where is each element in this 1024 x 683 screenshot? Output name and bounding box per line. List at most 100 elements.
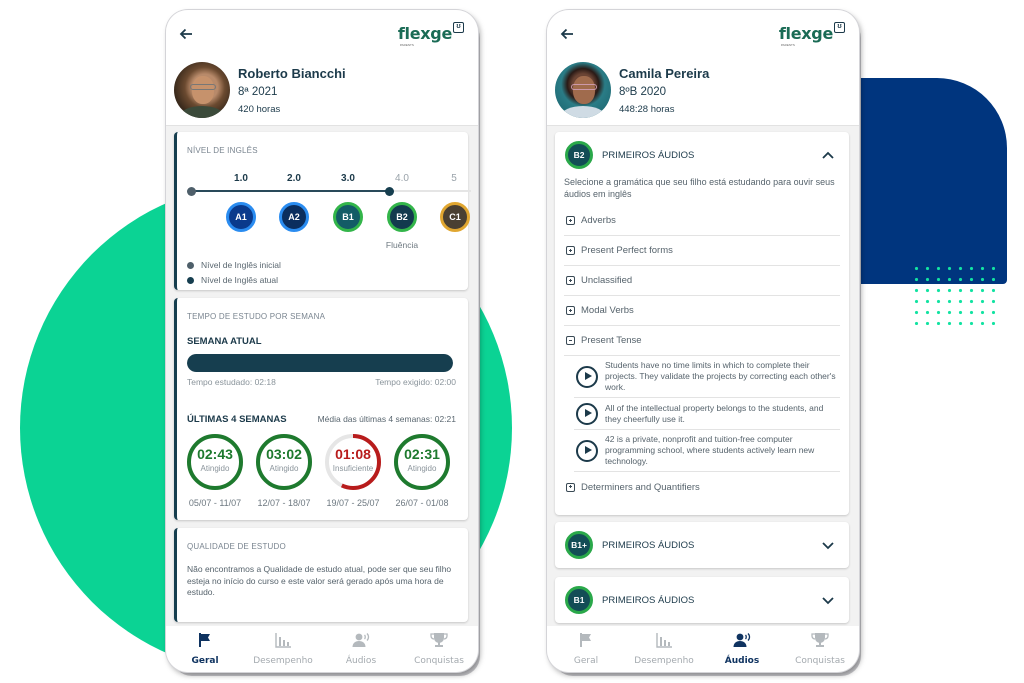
ring-arc <box>256 434 312 490</box>
bottom-navigation: Geral Desempenho Áudios Conquistas <box>166 626 478 672</box>
grammar-item[interactable]: Adverbs <box>564 206 840 236</box>
profile-header: flexge ʊ PARENTS Roberto Biancchi 8ª 202… <box>166 10 478 126</box>
legend-initial: Nível de Inglês inicial <box>187 260 281 270</box>
nav-tab-audios[interactable]: Áudios <box>322 626 400 672</box>
audio-section-b2: B2 PRIMEIROS ÁUDIOS Selecione a gramátic… <box>555 132 849 515</box>
grammar-label: Determiners and Quantifiers <box>581 481 700 493</box>
user-voice-icon <box>733 632 751 653</box>
last-weeks-label: ÚLTIMAS 4 SEMANAS <box>187 414 287 425</box>
play-icon[interactable] <box>576 365 598 388</box>
expand-icon <box>566 216 575 225</box>
current-level-marker <box>385 186 395 196</box>
section-title: PRIMEIROS ÁUDIOS <box>602 540 695 551</box>
play-icon[interactable] <box>576 402 598 425</box>
nav-tab-conquistas[interactable]: Conquistas <box>781 626 859 672</box>
week-status: Atingido <box>269 464 299 473</box>
grammar-item[interactable]: Present Tense <box>564 326 840 356</box>
flag-icon <box>577 632 595 653</box>
audio-item[interactable]: Students have no time limits in which to… <box>574 356 840 398</box>
grammar-label: Unclassified <box>581 275 633 286</box>
initial-level-marker <box>187 186 196 196</box>
english-level-card: NÍVEL DE INGLÊS 1.0 2.0 3.0 4.0 5 A1 A2 B1… <box>174 132 471 290</box>
background-navy-block <box>840 78 1007 284</box>
level-tick: 5 <box>451 173 457 184</box>
trophy-icon <box>430 632 448 653</box>
study-quality-card: QUALIDADE DE ESTUDO Não encontramos a Qu… <box>174 528 468 622</box>
grammar-item[interactable]: Unclassified <box>564 266 840 296</box>
nav-label: Desempenho <box>253 656 313 666</box>
nav-label: Áudios <box>345 656 377 666</box>
audio-section-header[interactable]: B1+ PRIMEIROS ÁUDIOS <box>555 522 849 568</box>
phone-geral-screen: flexge ʊ PARENTS Roberto Biancchi 8ª 202… <box>166 10 478 672</box>
grammar-item[interactable]: Determiners and Quantifiers <box>564 472 840 502</box>
week-range: 19/07 - 25/07 <box>326 498 380 508</box>
chevron-up-icon[interactable] <box>821 148 835 162</box>
week-progress-ring: 01:08 Insuficiente <box>323 432 383 492</box>
week-range: 12/07 - 18/07 <box>257 498 311 508</box>
current-week-label: SEMANA ATUAL <box>187 336 262 347</box>
nav-tab-conquistas[interactable]: Conquistas <box>400 626 478 672</box>
user-name: Roberto Biancchi <box>238 66 346 81</box>
chevron-down-icon[interactable] <box>821 593 835 607</box>
audio-section-header[interactable]: B2 PRIMEIROS ÁUDIOS <box>555 132 849 178</box>
section-title: PRIMEIROS ÁUDIOS <box>602 595 695 606</box>
audio-section-header[interactable]: B1 PRIMEIROS ÁUDIOS <box>555 577 849 623</box>
bar-chart-icon <box>274 632 292 653</box>
phone-audios-screen: flexge ʊ PARENTS Camila Pereira 8ºB 2020… <box>547 10 859 672</box>
nav-label: Geral <box>573 656 599 666</box>
card-title: QUALIDADE DE ESTUDO <box>187 542 286 551</box>
nav-tab-audios[interactable]: Áudios <box>703 626 781 672</box>
logo-bear-icon: ʊ <box>834 22 845 33</box>
back-arrow-icon[interactable] <box>178 26 194 42</box>
nav-tab-desempenho[interactable]: Desempenho <box>625 626 703 672</box>
audio-item[interactable]: 42 is a private, nonprofit and tuition-f… <box>574 430 840 472</box>
level-caption: Fluência <box>385 240 419 250</box>
grammar-label: Adverbs <box>581 215 616 226</box>
profile-header: flexge ʊ PARENTS Camila Pereira 8ºB 2020… <box>547 10 859 126</box>
week-progress-ring: 02:31 Atingido <box>392 432 452 492</box>
grammar-item[interactable]: Present Perfect forms <box>564 236 840 266</box>
play-icon[interactable] <box>576 439 598 462</box>
level-tick: 1.0 <box>234 173 248 184</box>
logo-bear-icon: ʊ <box>453 22 464 33</box>
level-badge-a1: A1 <box>226 202 256 232</box>
avatar <box>174 62 230 118</box>
nav-label: Conquistas <box>414 656 464 666</box>
grammar-label: Present Tense <box>581 335 642 346</box>
week-status: Insuficiente <box>332 464 374 473</box>
nav-tab-geral[interactable]: Geral <box>166 626 244 672</box>
ring-arc <box>394 434 450 490</box>
audio-sentence: Students have no time limits in which to… <box>605 360 836 392</box>
week-time: 02:43 <box>197 446 233 462</box>
level-badge: B1+ <box>565 531 593 559</box>
section-description: Selecione a gramática que seu filho está… <box>564 177 835 199</box>
background-dot-grid <box>911 263 995 325</box>
audio-section-b1: B1 PRIMEIROS ÁUDIOS <box>555 577 849 623</box>
trophy-icon <box>811 632 829 653</box>
user-hours: 420 horas <box>238 104 281 115</box>
week-time: 01:08 <box>335 446 371 462</box>
required-time: Tempo exigido: 02:00 <box>375 377 456 387</box>
user-class: 8ª 2021 <box>238 86 278 98</box>
level-badge-b2: B2 <box>387 202 417 232</box>
grammar-item[interactable]: Modal Verbs <box>564 296 840 326</box>
back-arrow-icon[interactable] <box>559 26 575 42</box>
studied-time: Tempo estudado: 02:18 <box>187 377 276 387</box>
level-tick: 2.0 <box>287 173 301 184</box>
study-time-card: TEMPO DE ESTUDO POR SEMANA SEMANA ATUAL … <box>174 298 468 520</box>
audio-item[interactable]: All of the intellectual property belongs… <box>574 398 840 430</box>
chevron-down-icon[interactable] <box>821 538 835 552</box>
user-voice-icon <box>352 632 370 653</box>
collapse-icon <box>566 336 575 345</box>
nav-tab-desempenho[interactable]: Desempenho <box>244 626 322 672</box>
nav-tab-geral[interactable]: Geral <box>547 626 625 672</box>
card-title: TEMPO DE ESTUDO POR SEMANA <box>187 312 326 321</box>
week-time: 03:02 <box>266 446 302 462</box>
weekly-average: Média das últimas 4 semanas: 02:21 <box>317 414 456 424</box>
grammar-label: Present Perfect forms <box>581 245 673 256</box>
bottom-navigation: Geral Desempenho Áudios Conquistas <box>547 626 859 672</box>
section-title: PRIMEIROS ÁUDIOS <box>602 150 695 161</box>
week-progress-ring: 03:02 Atingido <box>254 432 314 492</box>
audio-section-b1plus: B1+ PRIMEIROS ÁUDIOS <box>555 522 849 568</box>
week-range: 26/07 - 01/08 <box>395 498 449 508</box>
